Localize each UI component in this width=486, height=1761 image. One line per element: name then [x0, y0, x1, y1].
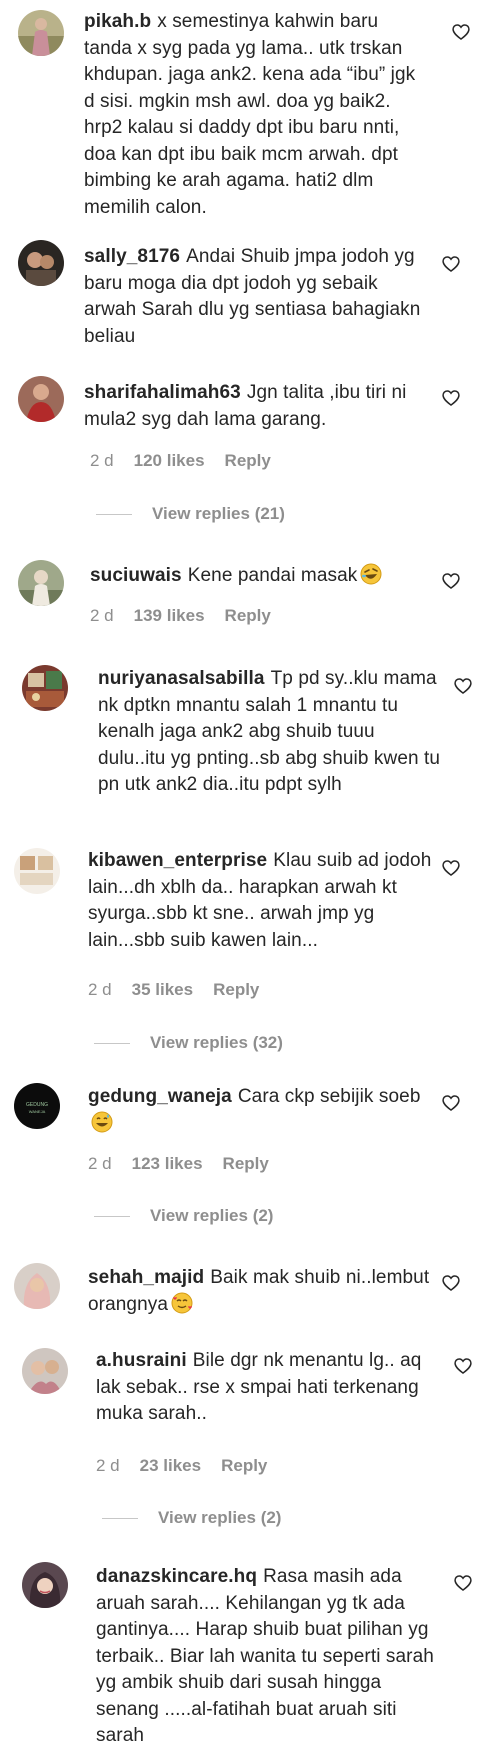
comment-username[interactable]: danazskincare.hq	[96, 1566, 257, 1587]
reply-button[interactable]: Reply	[221, 1456, 267, 1475]
avatar[interactable]	[22, 1348, 68, 1394]
comment-username[interactable]: kibawen_enterprise	[88, 850, 267, 871]
comment-body: suciuwais Kene pandai masak	[90, 563, 435, 590]
comment-body: kibawen_enterprise Klau suib ad jodoh lai…	[88, 848, 433, 954]
comment-age: 2 d	[90, 606, 114, 625]
comment-body: danazskincare.hq Rasa masih ada aruah sar…	[96, 1564, 441, 1750]
avatar[interactable]	[14, 848, 60, 894]
comment-username[interactable]: a.husraini	[96, 1350, 187, 1371]
comment-username[interactable]: pikah.b	[84, 11, 151, 32]
comment-age: 2 d	[96, 1456, 120, 1475]
likes-count[interactable]: 123 likes	[132, 1154, 203, 1173]
comment-meta: 2 d 23 likes Reply	[96, 1456, 287, 1476]
view-replies-label: View replies (2)	[158, 1508, 282, 1527]
like-icon[interactable]	[441, 388, 461, 408]
smiling-hearts-emoji-icon	[171, 1292, 193, 1314]
like-icon[interactable]	[441, 858, 461, 878]
avatar[interactable]: GEDUNG WANEJA	[14, 1083, 60, 1129]
comment-body: sally_8176 Andai Shuib jmpa jodoh yg baru…	[84, 244, 429, 350]
avatar[interactable]	[18, 240, 64, 286]
comment-meta: 2 d 120 likes Reply	[90, 451, 291, 471]
reply-button[interactable]: Reply	[213, 980, 259, 999]
divider-line	[102, 1518, 138, 1520]
avatar-brand-text: GEDUNG	[26, 1102, 48, 1108]
comment-age: 2 d	[90, 451, 114, 470]
comment-body: nuriyanasalsabilla Tp pd sy..klu mama nk …	[98, 666, 443, 799]
comment-age: 2 d	[88, 1154, 112, 1173]
view-replies-label: View replies (32)	[150, 1033, 283, 1052]
divider-line	[94, 1216, 130, 1218]
avatar[interactable]	[22, 1562, 68, 1608]
view-replies-button[interactable]: View replies (2)	[94, 1206, 273, 1226]
comment-meta: 2 d 35 likes Reply	[88, 980, 279, 1000]
comment-body: pikah.b x semestinya kahwin baru tanda x …	[84, 9, 429, 221]
reply-button[interactable]: Reply	[225, 606, 271, 625]
divider-line	[94, 1043, 130, 1045]
divider-line	[96, 514, 132, 516]
comment-username[interactable]: gedung_waneja	[88, 1086, 232, 1107]
comments-feed: pikah.b x semestinya kahwin baru tanda x …	[0, 0, 486, 1761]
view-replies-button[interactable]: View replies (2)	[102, 1508, 281, 1528]
avatar[interactable]	[18, 376, 64, 422]
like-icon[interactable]	[453, 1573, 473, 1593]
like-icon[interactable]	[441, 1273, 461, 1293]
avatar[interactable]	[22, 665, 68, 711]
comment-body: a.husraini Bile dgr nk menantu lg.. aq la…	[96, 1348, 441, 1428]
avatar[interactable]	[18, 10, 64, 56]
reply-button[interactable]: Reply	[225, 451, 271, 470]
likes-count[interactable]: 35 likes	[132, 980, 193, 999]
view-replies-label: View replies (2)	[150, 1206, 274, 1225]
like-icon[interactable]	[453, 1356, 473, 1376]
comment-username[interactable]: suciuwais	[90, 565, 182, 586]
comment-text: x semestinya kahwin baru tanda x syg pad…	[84, 11, 416, 218]
comment-body: gedung_waneja Cara ckp sebijik soeb	[88, 1084, 433, 1137]
comment-meta: 2 d 139 likes Reply	[90, 606, 291, 626]
comment-username[interactable]: nuriyanasalsabilla	[98, 668, 265, 689]
avatar[interactable]	[14, 1263, 60, 1309]
comment-body: sehah_majid Baik mak shuib ni..lembut ora…	[88, 1265, 433, 1318]
likes-count[interactable]: 120 likes	[134, 451, 205, 470]
view-replies-label: View replies (21)	[152, 504, 285, 523]
grinning-sweat-emoji-icon	[91, 1111, 113, 1133]
like-icon[interactable]	[441, 254, 461, 274]
avatar-brand-text: WANEJA	[29, 1109, 46, 1114]
avatar[interactable]	[18, 560, 64, 606]
comment-age: 2 d	[88, 980, 112, 999]
rolling-laughing-emoji-icon	[360, 563, 382, 585]
comment-body: sharifahalimah63 Jgn talita ,ibu tiri ni …	[84, 380, 429, 433]
like-icon[interactable]	[441, 571, 461, 591]
view-replies-button[interactable]: View replies (32)	[94, 1033, 283, 1053]
like-icon[interactable]	[453, 676, 473, 696]
reply-button[interactable]: Reply	[223, 1154, 269, 1173]
view-replies-button[interactable]: View replies (21)	[96, 504, 285, 524]
comment-username[interactable]: sehah_majid	[88, 1267, 204, 1288]
comment-text: Cara ckp sebijik soeb	[237, 1086, 421, 1107]
comment-text: Kene pandai masak	[187, 565, 358, 586]
comment-text: Rasa masih ada aruah sarah.... Kehilanga…	[96, 1566, 434, 1746]
like-icon[interactable]	[441, 1093, 461, 1113]
comment-username[interactable]: sally_8176	[84, 246, 180, 267]
comment-meta: 2 d 123 likes Reply	[88, 1154, 289, 1174]
likes-count[interactable]: 23 likes	[140, 1456, 201, 1475]
like-icon[interactable]	[451, 22, 471, 42]
comment-username[interactable]: sharifahalimah63	[84, 382, 241, 403]
likes-count[interactable]: 139 likes	[134, 606, 205, 625]
